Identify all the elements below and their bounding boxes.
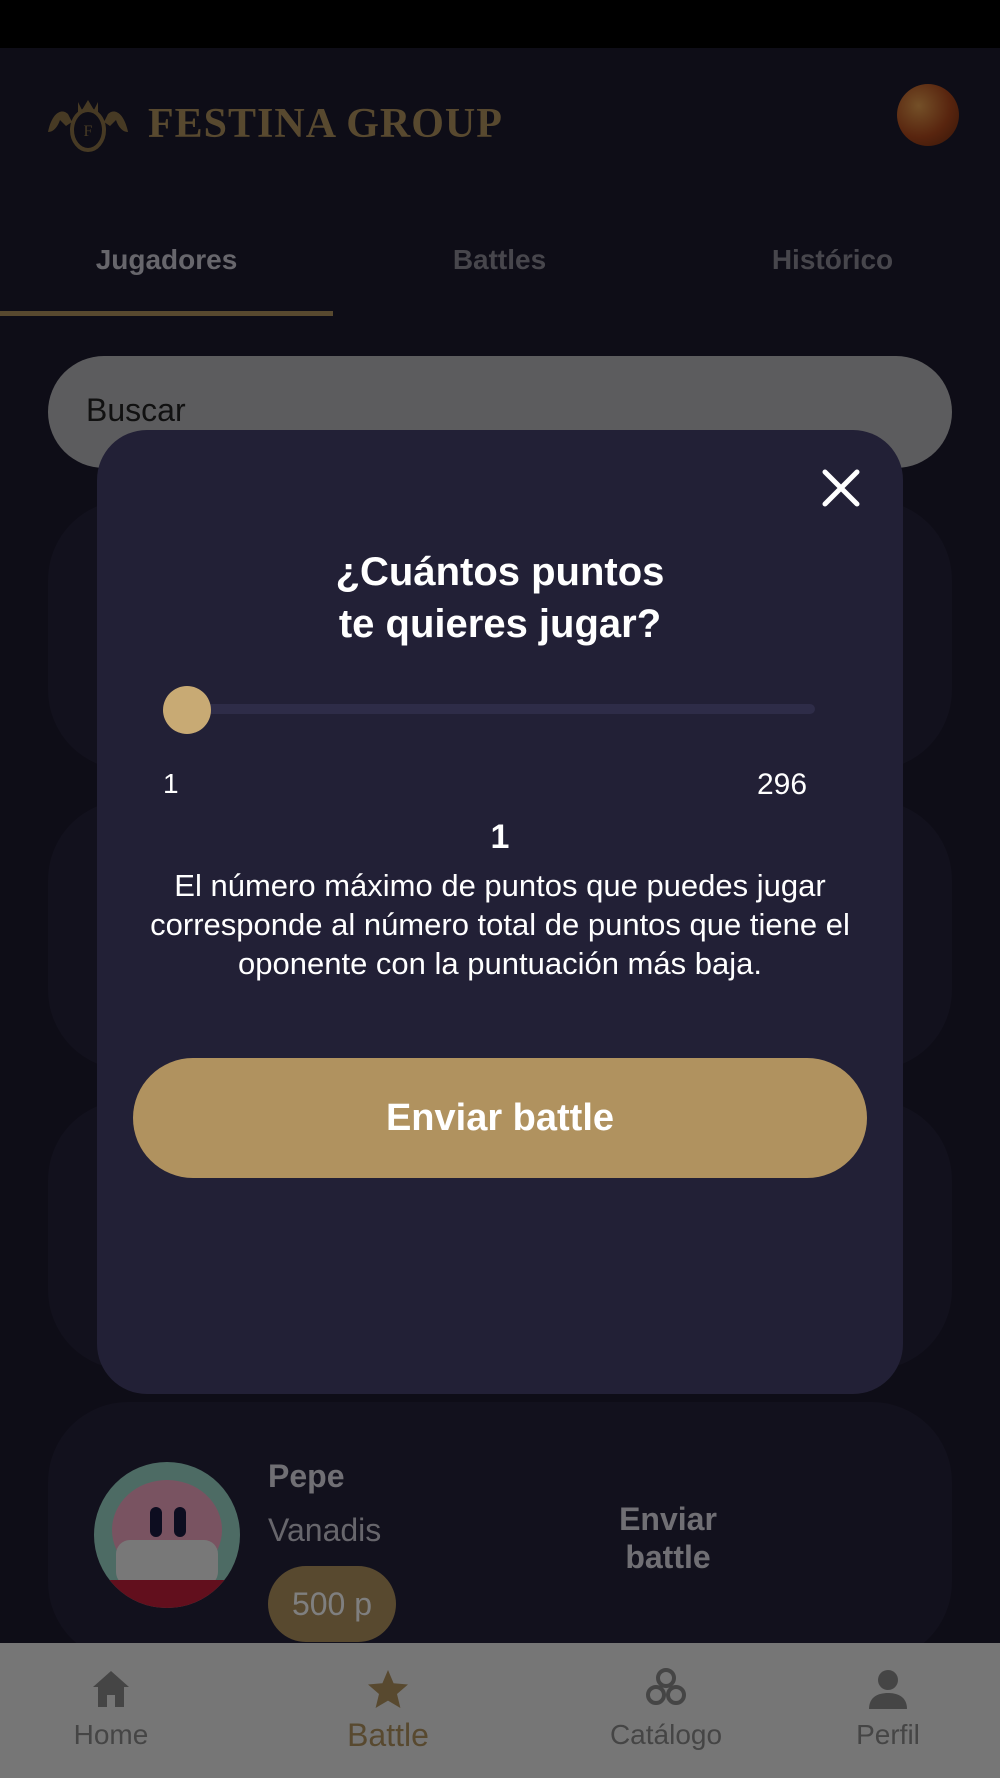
send-battle-button[interactable]: Enviar battle (133, 1058, 867, 1178)
modal-title-line2: te quieres jugar? (338, 602, 662, 646)
points-slider-track[interactable] (187, 704, 815, 714)
slider-max-label: 296 (757, 768, 808, 801)
slider-current-value: 1 (490, 818, 510, 856)
points-modal: ¿Cuántos puntos te quieres jugar? 1 296 … (97, 430, 903, 1394)
points-slider-thumb[interactable] (163, 686, 211, 734)
status-bar (0, 0, 1000, 48)
slider-min-label: 1 (163, 768, 179, 799)
modal-title-line1: ¿Cuántos puntos (335, 550, 665, 594)
modal-title: ¿Cuántos puntos te quieres jugar? (97, 546, 903, 650)
close-icon[interactable] (819, 466, 863, 510)
modal-description: El número máximo de puntos que puedes ju… (150, 868, 850, 981)
